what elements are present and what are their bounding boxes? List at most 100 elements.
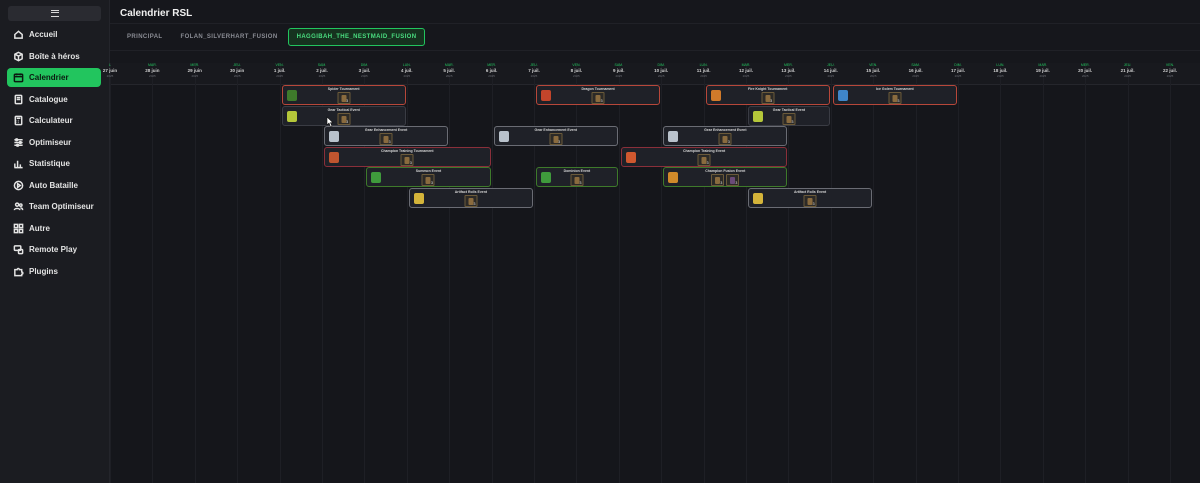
- event-champions: 3: [888, 92, 902, 104]
- event-name: Artifact Rolls Event: [454, 189, 488, 194]
- calendar-event[interactable]: Gear Enhancement Event 3: [493, 126, 618, 146]
- book-icon: [13, 94, 24, 105]
- event-name: Gear Tactical Event: [772, 107, 806, 112]
- champion-portrait[interactable]: 3: [421, 174, 435, 186]
- sidebar-item-autre[interactable]: Autre: [7, 219, 101, 238]
- event-champions: 3: [803, 194, 817, 207]
- calendar-event[interactable]: Gear Enhancement Event 3: [663, 126, 788, 146]
- sidebar-item-boite-a-heros[interactable]: Boîte à héros: [7, 47, 101, 66]
- menu-toggle-button[interactable]: [8, 6, 101, 21]
- sidebar-item-label: Optimiseur: [29, 137, 72, 147]
- sidebar-item-calculateur[interactable]: Calculateur: [7, 111, 101, 130]
- calendar-event[interactable]: Summon Event 3: [366, 167, 491, 187]
- sidebar-nav: Accueil Boîte à héros Calendrier Catalogue C…: [7, 25, 101, 283]
- event-name: Gear Enhancement Event: [704, 128, 747, 132]
- day-header: VEN. 1 juil. 2025: [260, 63, 300, 85]
- calendar-event[interactable]: Gear Tactical Event 3: [281, 105, 406, 126]
- champion-portrait[interactable]: 3: [379, 133, 393, 145]
- champion-level: 3: [897, 99, 900, 103]
- day-grid-line: [152, 63, 154, 483]
- calendar-event[interactable]: Gear Enhancement Event 3: [324, 126, 449, 146]
- day-grid-line: [661, 63, 663, 483]
- day-header: MER. 20 juil. 2025: [1065, 63, 1105, 85]
- calendar-event[interactable]: Artifact Rolls Event 3: [748, 187, 873, 208]
- sidebar-item-calendrier[interactable]: Calendrier: [7, 68, 101, 87]
- day-header: SAM. 9 juil. 2025: [599, 63, 639, 85]
- play-circle-icon: [13, 180, 24, 191]
- event-champions: 3: [782, 112, 796, 125]
- champion-portrait[interactable]: 3: [400, 153, 414, 166]
- day-header-yr: 2025: [869, 74, 877, 78]
- sidebar-item-label: Statistique: [29, 159, 70, 168]
- event-reward-icon: [668, 172, 679, 183]
- tab-bar: PRINCIPAL FOLAN_SILVERHART_FUSION HAGGIBAH…: [119, 28, 427, 46]
- calendar-event[interactable]: Artifact Rolls Event 3: [408, 187, 533, 208]
- champion-portrait[interactable]: 3: [718, 133, 732, 145]
- calculator-icon: [13, 115, 24, 126]
- event-name: Dragon Tournament: [581, 87, 615, 91]
- champion-portrait[interactable]: 3: [697, 153, 711, 166]
- day-header: JEU. 30 juin 2025: [217, 63, 257, 85]
- champion-portrait[interactable]: 3: [761, 92, 775, 104]
- sidebar-item-label: Auto Bataille: [29, 180, 78, 190]
- day-grid-line: [1000, 63, 1002, 483]
- sidebar-item-team-optimiseur[interactable]: Team Optimiseur: [7, 197, 101, 216]
- calendar-event[interactable]: Spider Tournament 3: [281, 85, 406, 105]
- day-grid-line: [449, 63, 451, 483]
- day-grid-line: [1085, 63, 1087, 483]
- champion-portrait[interactable]: 3: [549, 133, 563, 145]
- champion-portrait[interactable]: 3: [570, 174, 584, 186]
- event-reward-icon: [837, 90, 848, 101]
- tab-folan-silverhart-fusion[interactable]: FOLAN_SILVERHART_FUSION: [173, 28, 286, 46]
- calendar-event[interactable]: Fire Knight Tournament 3: [705, 85, 830, 105]
- sidebar-item-catalogue[interactable]: Catalogue: [7, 90, 101, 109]
- calendar-event[interactable]: Champion Training Event 3: [620, 146, 788, 167]
- champion-portrait[interactable]: 3: [711, 174, 725, 186]
- puzzle-icon: [13, 266, 24, 277]
- tab-principal[interactable]: PRINCIPAL: [119, 28, 171, 46]
- champion-level: 3: [770, 99, 773, 103]
- calendar-event[interactable]: Champion Training Tournament 3: [324, 146, 491, 167]
- event-champions: 3: [379, 133, 393, 145]
- page-title: Calendrier RSL: [120, 8, 193, 19]
- champion-portrait[interactable]: 3: [803, 194, 817, 207]
- calendar-event[interactable]: Dragon Tournament 3: [536, 85, 661, 105]
- event-champions: 3: [337, 92, 351, 104]
- day-header-yr: 2025: [530, 74, 538, 78]
- day-grid-line: [788, 63, 790, 483]
- champion-portrait[interactable]: 3: [591, 92, 605, 104]
- champion-portrait[interactable]: 3: [464, 194, 478, 207]
- calendar-event[interactable]: Gear Tactical Event 3: [748, 105, 830, 126]
- sidebar-item-auto-bataille[interactable]: Auto Bataille: [7, 176, 101, 195]
- calendar-event[interactable]: Dominion Event 3: [536, 167, 618, 187]
- tab-haggibah-the-nestmaid-fusion[interactable]: HAGGIBAH_THE_NESTMAID_FUSION: [287, 28, 426, 46]
- day-header-yr: 2025: [573, 74, 580, 78]
- calendar-event[interactable]: Champion Fusion Event 3 3: [663, 167, 788, 187]
- day-grid-line: [830, 63, 832, 483]
- day-grid-line: [873, 63, 875, 483]
- event-name: Spider Tournament: [327, 87, 360, 91]
- day-header: LUN. 4 juil. 2025: [387, 63, 427, 85]
- event-name: Champion Training Event: [682, 148, 726, 153]
- event-reward-icon: [625, 151, 636, 163]
- day-header-yr: 2025: [403, 74, 411, 78]
- day-header: DIM. 10 juil. 2025: [641, 63, 681, 85]
- day-grid-line: [618, 63, 620, 483]
- sidebar-item-accueil[interactable]: Accueil: [7, 25, 101, 44]
- champion-portrait[interactable]: 3: [888, 92, 902, 104]
- sidebar-item-statistique[interactable]: Statistique: [7, 154, 101, 173]
- champion-level: 3: [346, 99, 349, 103]
- champion-portrait[interactable]: 3: [782, 112, 796, 125]
- champion-portrait[interactable]: 3: [726, 174, 740, 186]
- day-header: JEU. 14 juil. 2025: [811, 63, 851, 85]
- event-reward-icon: [286, 110, 297, 122]
- calendar-event[interactable]: Ice Golem Tournament 3: [832, 85, 957, 105]
- day-header-yr: 2025: [1081, 74, 1089, 78]
- day-header: MAR. 19 juil. 2025: [1023, 63, 1063, 85]
- sidebar-item-remote-play[interactable]: Remote Play: [7, 240, 101, 259]
- event-reward-icon: [541, 172, 551, 183]
- champion-portrait[interactable]: 3: [337, 112, 351, 125]
- sidebar-item-optimiseur[interactable]: Optimiseur: [7, 133, 101, 152]
- sidebar-item-plugins[interactable]: Plugins: [7, 262, 101, 281]
- champion-portrait[interactable]: 3: [337, 92, 351, 104]
